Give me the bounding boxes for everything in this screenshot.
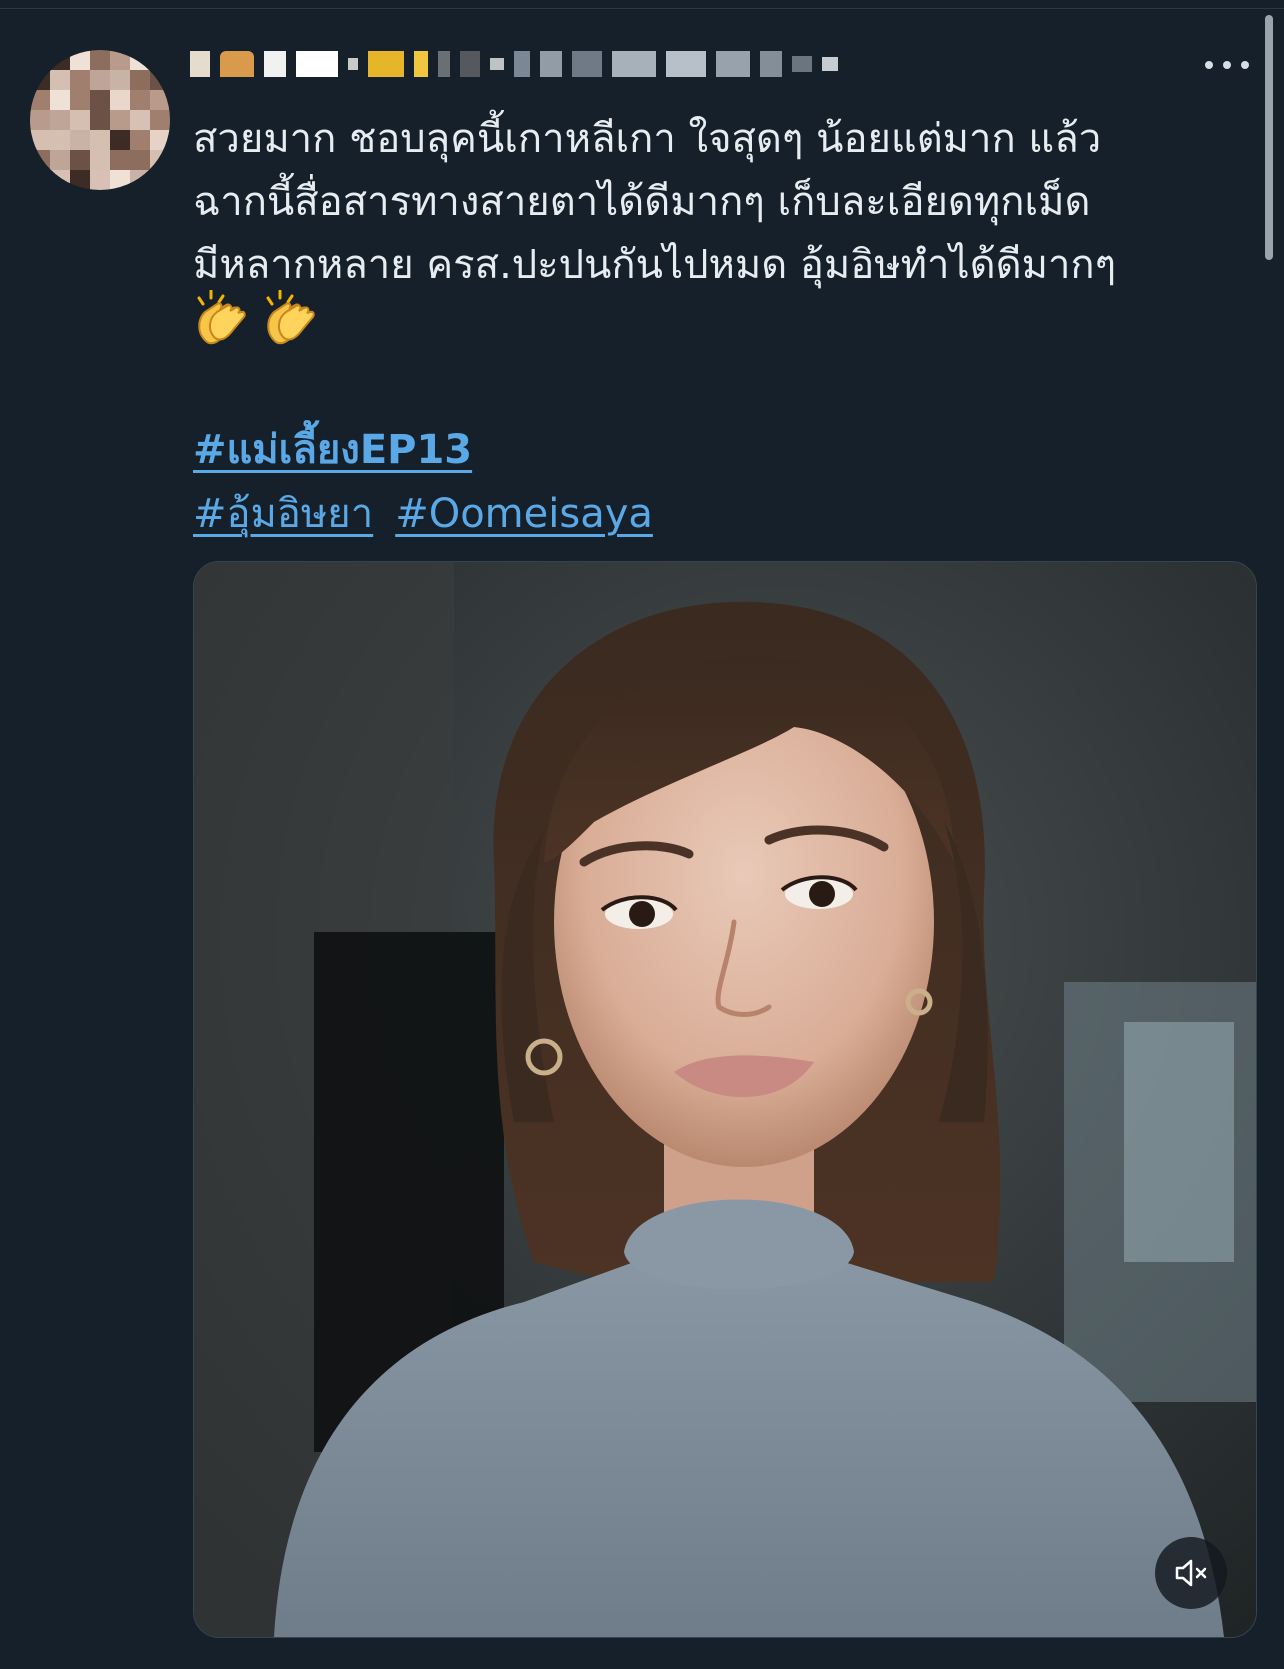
- mute-button[interactable]: [1155, 1537, 1227, 1609]
- tweet-text: สวยมาก ชอบลุคนี้เกาหลีเกา ใจสุดๆ น้อยแต่…: [193, 116, 1117, 288]
- hashtag-link[interactable]: #Oomeisaya: [395, 491, 653, 537]
- media-video[interactable]: [193, 561, 1257, 1638]
- scrollbar[interactable]: [1265, 15, 1273, 260]
- top-divider: [0, 0, 1284, 9]
- clapping-hands-icon: [197, 290, 246, 345]
- hashtag-link[interactable]: #แม่เลี้ยงEP13: [193, 427, 472, 473]
- hashtags: #แม่เลี้ยงEP13 #อุ้มอิษยา #Oomeisaya: [193, 418, 653, 546]
- video-frame: [194, 562, 1256, 1637]
- tweet-screen: สวยมาก ชอบลุคนี้เกาหลีเกา ใจสุดๆ น้อยแต่…: [0, 0, 1284, 1669]
- clapping-hands-icon: [266, 290, 315, 345]
- more-options-icon[interactable]: [1205, 55, 1249, 75]
- censored-username[interactable]: [190, 36, 838, 92]
- hashtag-link[interactable]: #อุ้มอิษยา: [193, 491, 373, 537]
- volume-muted-icon: [1175, 1559, 1207, 1587]
- avatar[interactable]: [30, 50, 170, 190]
